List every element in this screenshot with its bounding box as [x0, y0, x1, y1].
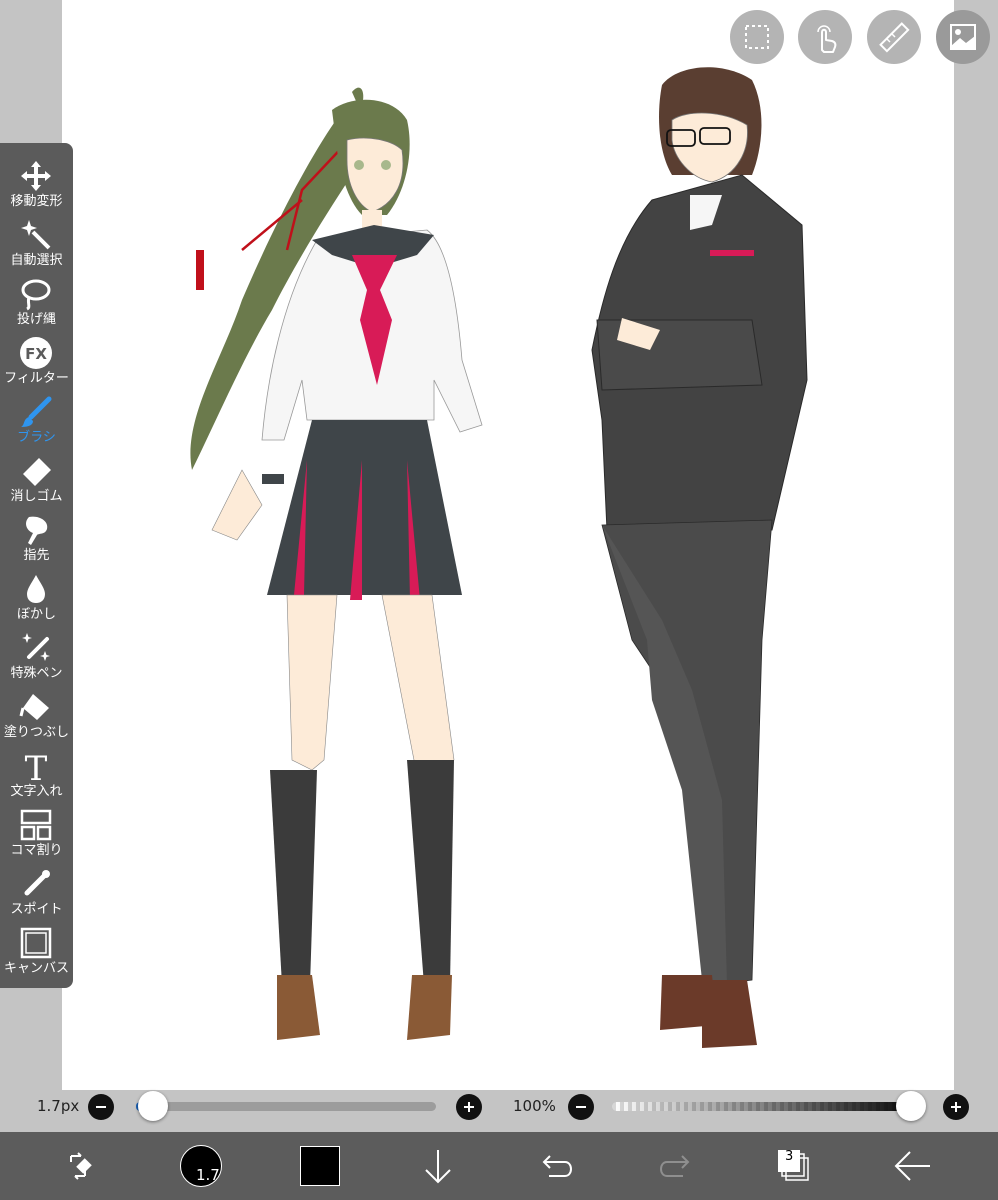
opacity-label: 100%	[513, 1097, 556, 1115]
tool-finger[interactable]: 指先	[0, 509, 73, 568]
material-image-icon	[950, 24, 976, 50]
drawing-canvas[interactable]	[62, 0, 954, 1090]
tool-label: スポイト	[10, 902, 63, 917]
tool-label: フィルター	[4, 371, 69, 386]
redo-icon	[660, 1155, 690, 1177]
tool-label: 指先	[23, 548, 50, 563]
touch-gesture-icon	[817, 25, 837, 53]
plus-icon	[464, 1102, 474, 1112]
layers-icon	[778, 1150, 809, 1181]
redo-button[interactable]	[635, 1132, 715, 1200]
fill-bucket-icon	[19, 694, 49, 720]
tool-label: 塗りつぶし	[3, 725, 70, 740]
boy-figure	[591, 67, 808, 1048]
bottom-toolbar: 1.7 3	[0, 1132, 998, 1200]
selection-button[interactable]	[730, 10, 784, 64]
fx-icon: FX	[20, 337, 52, 369]
svg-text:FX: FX	[25, 345, 47, 363]
special-pen-icon	[22, 633, 50, 661]
color-swatch[interactable]	[300, 1146, 340, 1186]
tool-special-pen[interactable]: 特殊ペン	[0, 627, 73, 686]
tool-filter[interactable]: FX フィルター	[0, 332, 73, 391]
tool-frame-divider[interactable]: コマ割り	[0, 804, 73, 863]
layer-count: 3	[785, 1149, 794, 1164]
tool-label: 消しゴム	[10, 489, 63, 504]
brush-icon	[21, 396, 52, 427]
finger-icon	[26, 516, 48, 545]
move-icon	[21, 161, 51, 191]
tool-label: ぼかし	[16, 607, 56, 622]
girl-figure	[190, 87, 483, 1040]
tool-sidebar: 移動変形 自動選択 投げ縄 FX フィルター ブラシ 消しゴム 指先 ぼかし 特…	[0, 143, 73, 988]
tool-label: 移動変形	[10, 194, 63, 209]
tool-label: キャンバス	[3, 961, 69, 976]
back-arrow-icon	[894, 1151, 930, 1181]
opacity-slider[interactable]	[612, 1102, 924, 1111]
opacity-thumb[interactable]	[896, 1091, 926, 1121]
transform-toggle-button[interactable]	[45, 1132, 125, 1200]
tool-eyedropper[interactable]: スポイト	[0, 863, 73, 922]
undo-icon	[542, 1155, 572, 1177]
lasso-icon	[21, 279, 51, 311]
opacity-increase-button[interactable]	[943, 1094, 969, 1120]
tool-blur[interactable]: ぼかし	[0, 568, 73, 627]
touch-gesture-button[interactable]	[798, 10, 852, 64]
tool-label: 特殊ペン	[10, 666, 63, 681]
ruler-icon	[879, 22, 910, 53]
download-button[interactable]	[398, 1132, 478, 1200]
tool-lasso[interactable]: 投げ縄	[0, 273, 73, 332]
minus-icon	[576, 1106, 586, 1108]
material-button[interactable]	[936, 10, 990, 64]
frame-divider-icon	[20, 809, 52, 841]
tool-canvas[interactable]: キャンバス	[0, 922, 73, 981]
brush-size-decrease-button[interactable]	[88, 1094, 114, 1120]
brush-size-value: 1.7	[196, 1166, 220, 1184]
opacity-decrease-button[interactable]	[568, 1094, 594, 1120]
tool-label: ブラシ	[17, 430, 56, 445]
canvas-icon	[20, 927, 52, 959]
plus-icon	[951, 1102, 961, 1112]
tool-move-transform[interactable]: 移動変形	[0, 155, 73, 214]
eyedropper-icon	[24, 870, 50, 896]
tool-label: コマ割り	[10, 843, 63, 858]
transform-toggle-icon	[70, 1152, 92, 1180]
artwork-illustration	[190, 67, 808, 1048]
back-button[interactable]	[872, 1132, 952, 1200]
selection-icon	[745, 25, 769, 49]
minus-icon	[96, 1106, 106, 1108]
svg-text:T: T	[25, 749, 48, 783]
tool-brush[interactable]: ブラシ	[0, 391, 73, 450]
tool-eraser[interactable]: 消しゴム	[0, 450, 73, 509]
brush-settings-row: 1.7px 100%	[0, 1088, 998, 1128]
tool-label: 文字入れ	[10, 784, 63, 799]
brush-size-label: 1.7px	[37, 1097, 80, 1115]
brush-size-slider[interactable]	[136, 1102, 436, 1111]
text-icon: T	[25, 749, 48, 783]
eraser-icon	[23, 458, 51, 486]
tool-auto-select[interactable]: 自動選択	[0, 214, 73, 273]
tool-text[interactable]: T 文字入れ	[0, 745, 73, 804]
ruler-button[interactable]	[867, 10, 921, 64]
brush-size-thumb[interactable]	[138, 1091, 168, 1121]
download-arrow-icon	[425, 1150, 451, 1184]
layers-button[interactable]: 3	[754, 1132, 834, 1200]
tool-label: 投げ縄	[16, 312, 56, 327]
undo-button[interactable]	[517, 1132, 597, 1200]
magic-wand-icon	[21, 220, 51, 250]
tool-label: 自動選択	[10, 253, 63, 268]
brush-size-increase-button[interactable]	[456, 1094, 482, 1120]
tool-fill[interactable]: 塗りつぶし	[0, 686, 73, 745]
blur-drop-icon	[27, 575, 45, 603]
